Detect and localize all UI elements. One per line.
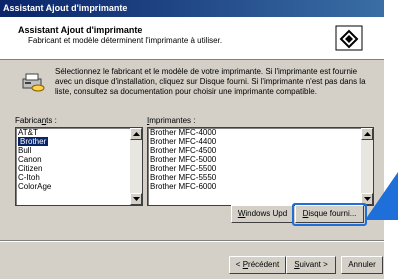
windows-update-button[interactable]: Windows Upd	[231, 205, 294, 223]
list-item[interactable]: Brother MFC-4400	[148, 137, 373, 146]
printers-listbox[interactable]: Brother MFC-4000 Brother MFC-4400 Brothe…	[147, 127, 374, 206]
scroll-up-icon[interactable]	[130, 128, 142, 140]
list-item[interactable]: Bull	[16, 146, 142, 155]
have-disk-highlight	[292, 203, 367, 226]
wizard-header: Assistant Ajout d'imprimante Fabricant e…	[0, 17, 384, 60]
manufacturers-scrollbar[interactable]	[130, 128, 142, 205]
manufacturers-listbox[interactable]: AT&T Brother Bull Canon Citizen C-Itoh C…	[15, 127, 143, 206]
list-item[interactable]: Citizen	[16, 164, 142, 173]
list-item[interactable]: Brother MFC-6000	[148, 182, 373, 191]
callout-pointer-icon	[365, 172, 398, 220]
window-title-bar[interactable]: Assistant Ajout d'imprimante	[0, 0, 384, 17]
back-button[interactable]: < Précédent	[229, 256, 286, 274]
printer-wizard-icon	[335, 25, 363, 51]
list-item[interactable]: Brother MFC-5550	[148, 173, 373, 182]
scroll-down-icon[interactable]	[130, 193, 142, 205]
scroll-up-icon[interactable]	[361, 128, 373, 140]
list-item[interactable]: Canon	[16, 155, 142, 164]
header-subtitle: Fabricant et modèle déterminent l'imprim…	[28, 36, 223, 45]
window-title: Assistant Ajout d'imprimante	[3, 3, 128, 13]
header-title: Assistant Ajout d'imprimante	[18, 25, 143, 35]
list-item[interactable]: AT&T	[16, 128, 142, 137]
cancel-button[interactable]: Annuler	[341, 256, 383, 274]
list-item[interactable]: C-Itoh	[16, 173, 142, 182]
footer-divider	[0, 240, 384, 242]
next-button[interactable]: Suivant >	[286, 256, 336, 274]
printer-disk-icon	[22, 73, 45, 92]
list-item[interactable]: Brother MFC-4000	[148, 128, 373, 137]
list-item[interactable]: Brother MFC-5000	[148, 155, 373, 164]
wizard-description: Sélectionnez le fabricant et le modèle d…	[55, 67, 366, 96]
list-item[interactable]: Brother MFC-5500	[148, 164, 373, 173]
manufacturers-label: Fabricants :	[15, 116, 57, 125]
add-printer-wizard-window: Assistant Ajout d'imprimante Assistant A…	[0, 0, 384, 279]
list-item[interactable]: Brother MFC-4500	[148, 146, 373, 155]
printers-label: Imprimantes :	[147, 116, 196, 125]
list-item[interactable]: ColorAge	[16, 182, 142, 191]
list-item-selected[interactable]: Brother	[18, 137, 49, 146]
